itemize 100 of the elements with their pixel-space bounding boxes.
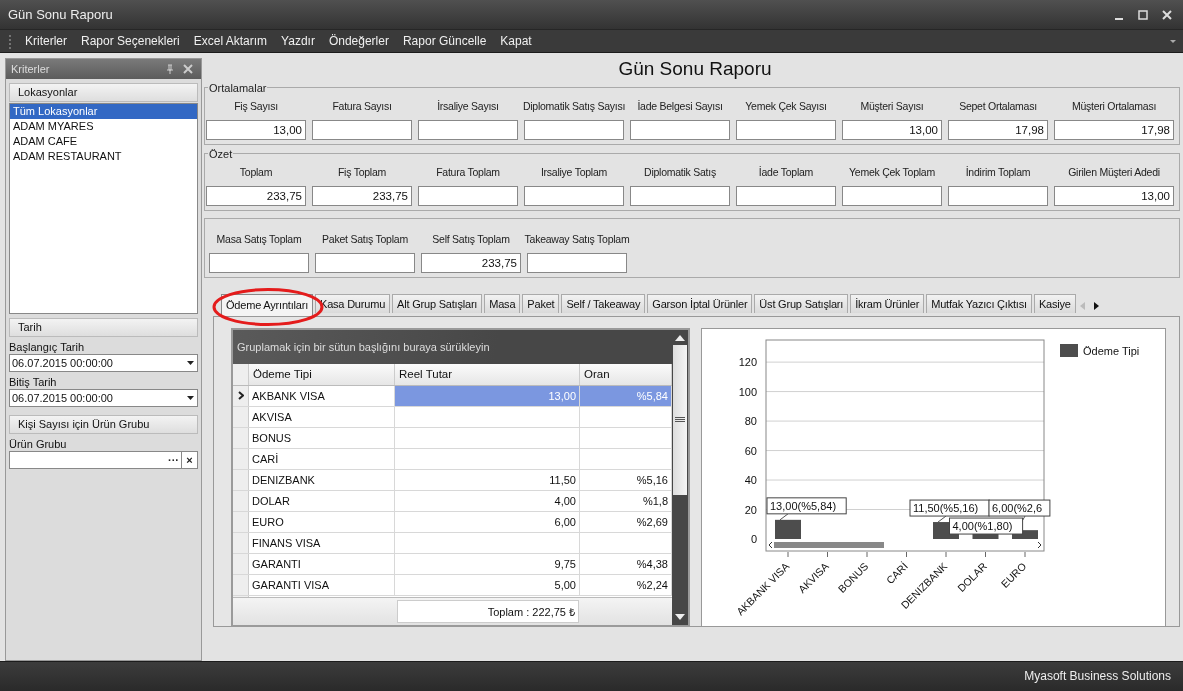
value-field[interactable] xyxy=(736,185,836,206)
field-label: Fatura Toplam xyxy=(436,165,500,181)
value-field[interactable]: 233,75 xyxy=(421,252,521,273)
value-field[interactable] xyxy=(736,119,836,140)
column-header[interactable]: Ödeme Tipi xyxy=(249,363,395,385)
column-header[interactable]: Reel Tutar xyxy=(395,363,580,385)
field-label: İade Belgesi Sayısı xyxy=(637,99,723,115)
value-field[interactable] xyxy=(209,252,309,273)
close-icon[interactable] xyxy=(183,63,193,74)
menu-item[interactable]: Excel Aktarım xyxy=(186,31,275,51)
close-icon xyxy=(1162,9,1172,20)
tab[interactable]: Mutfak Yazıcı Çıktısı xyxy=(926,293,1032,313)
value-field[interactable] xyxy=(948,185,1048,206)
field-label: Toplam xyxy=(239,165,273,181)
value-field[interactable]: 233,75 xyxy=(206,185,306,206)
location-item[interactable]: Tüm Lokasyonlar xyxy=(10,103,197,119)
table-cell: CARİ xyxy=(249,448,395,469)
value-field[interactable] xyxy=(630,119,730,140)
leader-line xyxy=(779,513,789,521)
value-field[interactable] xyxy=(418,185,518,206)
section-header[interactable]: Tarih xyxy=(9,317,198,337)
value-field[interactable] xyxy=(524,185,624,206)
location-item[interactable]: ADAM CAFE xyxy=(10,133,197,149)
window-title: Gün Sonu Raporu xyxy=(8,7,114,23)
table-cell: %2,24 xyxy=(580,574,672,595)
data-label: 4,00(%1,80) xyxy=(949,517,1024,535)
section-title: Kişi Sayısı için Ürün Grubu xyxy=(18,418,150,431)
field-label: Yemek Çek Toplam xyxy=(849,165,935,181)
value-field[interactable]: 233,75 xyxy=(312,185,412,206)
tab[interactable]: İkram Ürünler xyxy=(850,293,925,313)
column-header[interactable]: Oran xyxy=(580,363,672,385)
legend-swatch xyxy=(1060,343,1078,357)
value-field[interactable] xyxy=(524,119,624,140)
axis-tick-label: 60 xyxy=(744,444,757,457)
field-label: Fatura Sayısı xyxy=(332,99,392,115)
footer-total: Toplam : 222,75 ₺ xyxy=(397,599,579,623)
value-field[interactable]: 13,00 xyxy=(206,119,306,140)
value-field[interactable] xyxy=(630,185,730,206)
row-indicator[interactable] xyxy=(233,385,249,406)
table-cell: AKVISA xyxy=(249,406,395,427)
pin-icon[interactable] xyxy=(165,63,175,74)
down-arrow-icon[interactable] xyxy=(675,613,685,620)
tab[interactable]: Masa xyxy=(484,293,521,313)
row-indicator-header xyxy=(233,363,249,385)
value-field[interactable]: 13,00 xyxy=(842,119,942,140)
value-field[interactable]: 17,98 xyxy=(1054,119,1174,140)
value-field[interactable]: 13,00 xyxy=(1054,185,1174,206)
clear-button[interactable]: × xyxy=(182,450,198,469)
menu-item[interactable]: Rapor Seçenekleri xyxy=(74,31,187,51)
field-label: Girilen Müşteri Adedi xyxy=(1068,165,1160,181)
table-cell: %2,69 xyxy=(580,511,672,532)
field-label: İndirim Toplam xyxy=(965,165,1031,181)
tab[interactable]: Üst Grup Satışları xyxy=(754,293,849,313)
field-label: Müşteri Sayısı xyxy=(860,99,924,115)
table-cell: FINANS VISA xyxy=(249,532,395,553)
field-label: Diplomatik Satış Sayısı xyxy=(522,99,626,115)
location-item[interactable]: ADAM MYARES xyxy=(10,118,197,134)
field-label: Müşteri Ortalaması xyxy=(1071,99,1157,115)
menu-item[interactable]: Yazdır xyxy=(274,31,322,51)
group-title: Özet xyxy=(208,147,234,160)
tab[interactable]: Alt Grup Satışları xyxy=(392,293,483,313)
data-label: 6,00(%2,6 xyxy=(988,499,1051,517)
up-arrow-icon[interactable] xyxy=(675,334,685,341)
right-arrow-icon xyxy=(1094,301,1100,310)
axis-tick-label: 40 xyxy=(744,473,757,486)
tab[interactable]: Paket xyxy=(522,293,560,313)
value-field[interactable] xyxy=(418,119,518,140)
menu-item[interactable]: Kriterler xyxy=(18,31,74,51)
field-label: Başlangıç Tarih xyxy=(9,340,85,353)
maximize-icon xyxy=(1138,9,1148,20)
section-title: Lokasyonlar xyxy=(18,86,78,99)
value-field[interactable] xyxy=(527,252,627,273)
section-header[interactable]: Kişi Sayısı için Ürün Grubu xyxy=(9,414,198,434)
axis-tick-label: 20 xyxy=(744,503,757,516)
value-field[interactable] xyxy=(315,252,415,273)
chart-scrollbar[interactable] xyxy=(767,539,1043,550)
tab[interactable]: Garson İptal Ürünler xyxy=(647,293,753,313)
caret-icon[interactable] xyxy=(1169,38,1177,44)
tab[interactable]: Ödeme Ayrıntıları xyxy=(221,293,313,316)
location-item[interactable]: ADAM RESTAURANT xyxy=(10,148,197,164)
axis-tick-label: 100 xyxy=(738,385,757,398)
table-cell: %5,16 xyxy=(580,469,672,490)
section-header[interactable]: Lokasyonlar xyxy=(9,82,198,102)
value-field[interactable]: 17,98 xyxy=(948,119,1048,140)
table-cell: GARANTI xyxy=(249,553,395,574)
section-title: Tarih xyxy=(18,321,42,334)
field-label: Bitiş Tarih xyxy=(9,375,58,388)
value-field[interactable] xyxy=(842,185,942,206)
field-label: Irsaliye Toplam xyxy=(540,165,608,181)
tab[interactable]: Self / Takeaway xyxy=(561,293,646,313)
menu-item[interactable]: Rapor Güncelle xyxy=(395,31,494,51)
menu-item[interactable]: Kapat xyxy=(493,31,539,51)
field-label: Paket Satış Toplam xyxy=(322,232,408,248)
table-cell: 11,50 xyxy=(395,469,580,490)
tab[interactable]: Kasiye xyxy=(1033,293,1076,313)
grip-icon xyxy=(8,33,12,49)
value-field[interactable] xyxy=(312,119,412,140)
menu-item[interactable]: Öndeğerler xyxy=(321,31,396,51)
table-cell: BONUS xyxy=(249,427,395,448)
minimize-icon xyxy=(1115,17,1123,20)
